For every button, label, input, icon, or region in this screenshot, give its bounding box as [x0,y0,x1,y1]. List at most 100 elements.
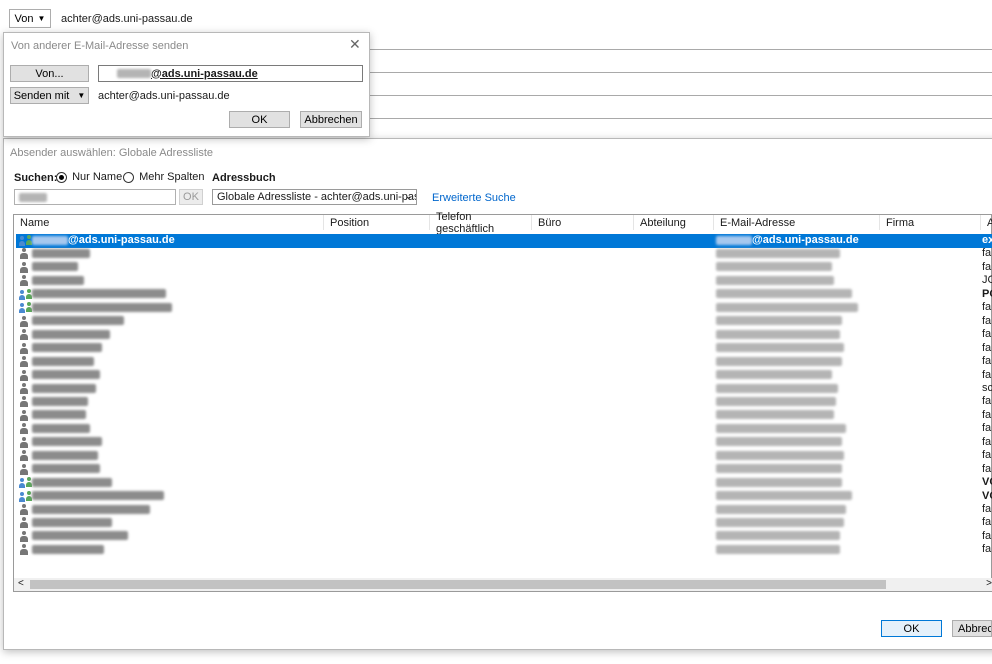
column-header-company[interactable]: Firma [880,215,981,230]
contact-extra: fa [982,435,992,448]
from-button-label: Von [14,12,34,25]
radio-more-columns-indicator[interactable] [123,171,134,183]
contact-extra: sc [982,381,992,394]
contact-email [716,449,844,461]
table-row[interactable]: fa [16,369,992,383]
contact-name [32,288,166,300]
table-row[interactable]: fa [16,409,992,423]
column-header-phone[interactable]: Telefon geschäftlich [430,211,532,235]
send-from-ok-button[interactable]: OK [229,111,290,128]
person-icon [19,423,29,435]
subject-field-line[interactable] [368,118,992,119]
column-header-department[interactable]: Abteilung [634,215,714,230]
contact-email [716,355,842,367]
contact-name [32,355,94,367]
advanced-search-link[interactable]: Erweiterte Suche [432,192,516,204]
contact-email [716,342,844,354]
contact-name [32,395,88,407]
contact-extra: VO [982,476,992,489]
contact-extra: fa [982,355,992,368]
table-row[interactable]: JO [16,274,992,288]
table-row[interactable]: PO [16,288,992,302]
contact-extra: JO [982,274,992,287]
table-row[interactable]: sc [16,382,992,396]
contact-extra: fa [982,341,992,354]
table-row[interactable]: fa [16,328,992,342]
contact-name [32,449,98,461]
person-icon [19,436,29,449]
contact-email [716,328,840,340]
contact-email [716,476,842,488]
contact-name: @ads.uni-passau.de [32,234,175,246]
table-row[interactable]: fa [16,395,992,409]
contact-email [716,315,842,327]
table-row[interactable]: fa [16,247,992,261]
radio-name-only-indicator[interactable] [56,171,67,183]
contact-name [32,503,150,515]
table-row[interactable]: fa [16,261,992,275]
contact-name [32,490,164,502]
person-icon [19,450,29,462]
from-dropdown-button[interactable]: Von ▼ [9,9,51,28]
table-row[interactable]: VO [16,476,992,490]
contact-extra: fa [982,529,992,542]
radio-more-columns-label: Mehr Spalten [139,171,205,183]
table-row[interactable]: fa [16,449,992,463]
contact-email [716,395,836,407]
person-icon [19,261,29,274]
contact-email [716,516,844,528]
scrollbar-thumb[interactable] [30,580,886,589]
table-row-selected[interactable]: @ads.uni-passau.de @ads.uni-passau.de ex [16,234,992,248]
radio-name-only[interactable]: Nur Name [56,171,122,183]
address-book-select-value: Globale Adressliste - achter@ads.uni-pas… [217,191,417,203]
table-row[interactable]: fa [16,422,992,436]
search-ok-button[interactable]: OK [179,189,203,205]
table-row[interactable]: VO [16,490,992,504]
table-row[interactable]: fa [16,530,992,544]
search-input[interactable] [14,189,176,205]
person-icon [19,396,29,408]
contact-extra: PO [982,287,992,300]
horizontal-scrollbar[interactable]: < > [14,578,992,591]
table-row[interactable]: fa [16,342,992,356]
from-address-field[interactable]: @ads.uni-passau.de [98,65,363,82]
cc-field-line[interactable] [368,72,992,73]
contact-extra: fa [982,301,992,314]
contact-name [32,436,102,448]
contact-extra: fa [982,260,992,273]
send-from-cancel-button[interactable]: Abbrechen [300,111,362,128]
column-header-name[interactable]: Name [14,215,324,230]
bcc-field-line[interactable] [368,95,992,96]
column-header-extra[interactable]: A [981,215,992,230]
scroll-left-icon[interactable]: < [18,578,24,589]
address-book-select[interactable]: Globale Adressliste - achter@ads.uni-pas… [212,189,417,205]
address-book-cancel-button[interactable]: Abbrech [952,620,992,637]
von-button[interactable]: Von... [10,65,89,82]
table-row[interactable]: fa [16,503,992,517]
contact-name [32,301,172,313]
address-book-label: Adressbuch [212,172,276,184]
contact-name [32,422,90,434]
chevron-down-icon: ⌄ [404,191,413,202]
address-book-ok-button[interactable]: OK [881,620,942,637]
table-row[interactable]: fa [16,315,992,329]
to-field-line[interactable] [368,49,992,50]
column-header-position[interactable]: Position [324,215,430,230]
person-icon [19,504,29,516]
table-row[interactable]: fa [16,463,992,477]
scroll-right-icon[interactable]: > [986,578,992,589]
close-icon[interactable]: ✕ [349,36,361,53]
table-row[interactable]: fa [16,301,992,315]
senden-mit-button[interactable]: Senden mit ▼ [10,87,89,104]
radio-more-columns[interactable]: Mehr Spalten [123,171,205,183]
group-icon [19,235,33,247]
column-header-office[interactable]: Büro [532,215,634,230]
table-row[interactable]: fa [16,355,992,369]
column-header-email[interactable]: E-Mail-Adresse [714,215,880,230]
table-row[interactable]: fa [16,436,992,450]
person-icon [19,315,29,328]
table-row[interactable]: fa [16,543,992,557]
contact-name [32,342,102,354]
person-icon [19,409,29,422]
table-row[interactable]: fa [16,516,992,530]
